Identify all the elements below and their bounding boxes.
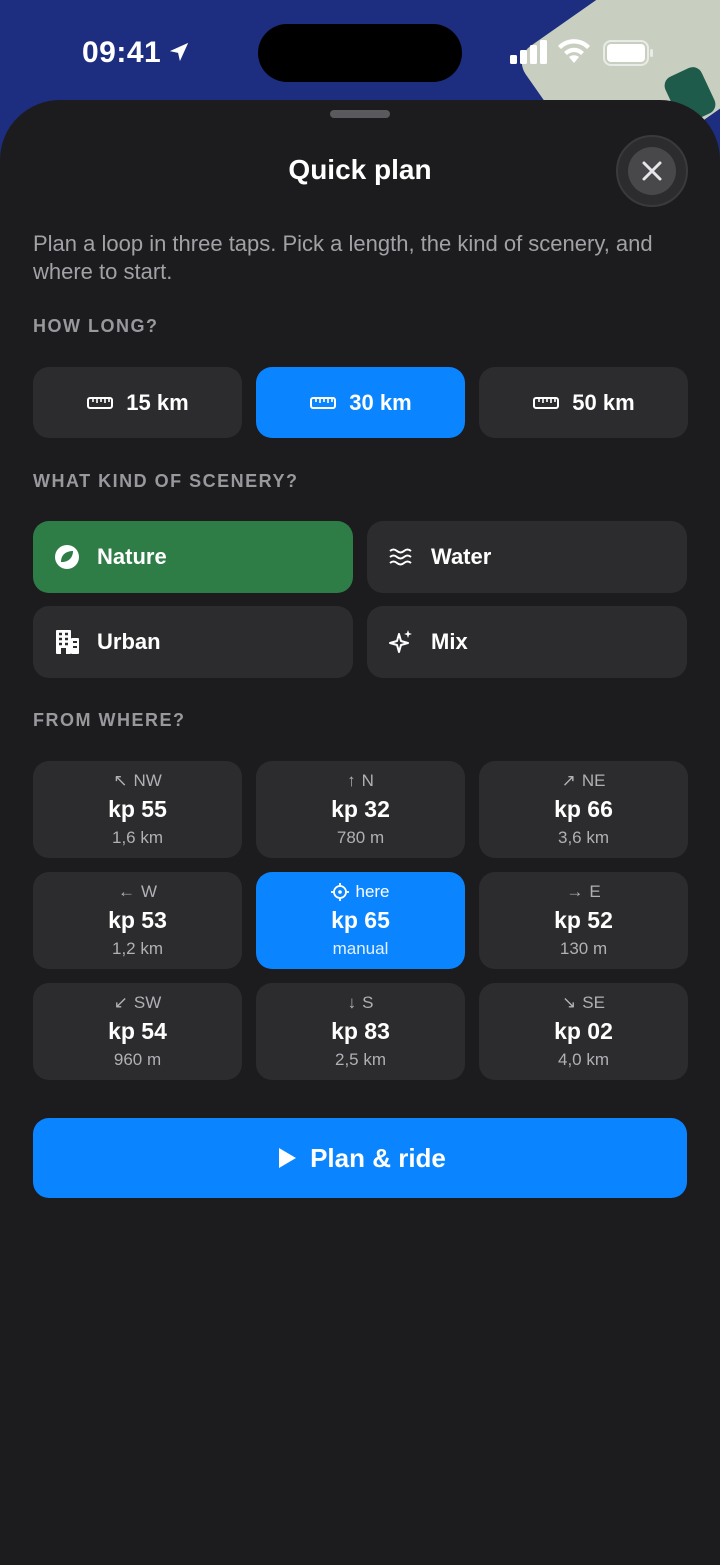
length-option-label: 30 km xyxy=(349,389,412,415)
building-icon xyxy=(56,630,79,654)
scenery-option-urban[interactable]: Urban xyxy=(33,606,353,678)
sparkles-icon xyxy=(389,630,412,653)
start-section-label: FROM WHERE? xyxy=(33,710,186,730)
start-point-w[interactable]: ← W kp 53 1,2 km xyxy=(33,872,242,969)
checkpoint-name: kp 54 xyxy=(108,1018,167,1044)
cellular-signal-icon xyxy=(510,40,547,64)
direction-label: → E xyxy=(566,882,601,901)
length-option-label: 50 km xyxy=(572,389,635,415)
scenery-option-label: Urban xyxy=(97,629,161,654)
start-point-s[interactable]: ↓ S kp 83 2,5 km xyxy=(256,983,465,1080)
play-icon xyxy=(279,1148,297,1168)
close-button[interactable] xyxy=(616,135,688,207)
start-point-se[interactable]: ↘ SE kp 02 4,0 km xyxy=(479,983,688,1080)
checkpoint-name: kp 83 xyxy=(331,1018,390,1044)
waves-icon xyxy=(389,548,412,566)
length-section-label: HOW LONG? xyxy=(33,316,159,336)
checkpoint-distance: 130 m xyxy=(559,939,608,958)
sheet-grabber[interactable] xyxy=(330,110,390,118)
close-button-inner xyxy=(628,147,676,195)
start-point-n[interactable]: ↑ N kp 32 780 m xyxy=(256,761,465,858)
scenery-option-label: Water xyxy=(431,544,492,569)
ruler-icon xyxy=(87,396,114,409)
scenery-option-label: Mix xyxy=(431,629,468,654)
arrow-ne-icon: ↗ xyxy=(561,771,576,790)
ruler-icon xyxy=(310,396,337,409)
checkpoint-distance: 1,6 km xyxy=(111,828,164,847)
checkpoint-name: kp 55 xyxy=(108,796,167,822)
arrow-nw-icon: ↖ xyxy=(113,771,128,790)
arrow-n-icon: ↑ xyxy=(347,771,356,790)
crosshair-icon xyxy=(331,883,350,901)
location-arrow-icon xyxy=(169,42,189,62)
length-option-50[interactable]: 50 km xyxy=(479,367,688,438)
scenery-option-water[interactable]: Water xyxy=(367,521,687,593)
close-icon xyxy=(642,161,662,181)
start-point-ne[interactable]: ↗ NE kp 66 3,6 km xyxy=(479,761,688,858)
direction-label: ↗ NE xyxy=(561,771,606,790)
checkpoint-distance: manual xyxy=(332,939,389,958)
arrow-sw-icon: ↙ xyxy=(113,993,128,1012)
checkpoint-name: kp 32 xyxy=(331,796,390,822)
length-option-label: 15 km xyxy=(126,389,189,415)
checkpoint-distance: 2,5 km xyxy=(334,1050,387,1069)
scenery-option-mix[interactable]: Mix xyxy=(367,606,687,678)
arrow-e-icon: → xyxy=(566,882,584,901)
arrow-s-icon: ↓ xyxy=(347,993,357,1012)
sheet-title: Quick plan xyxy=(288,154,432,185)
scenery-option-nature[interactable]: Nature xyxy=(33,521,353,593)
status-bar: 09:41 xyxy=(0,0,720,100)
checkpoint-name: kp 53 xyxy=(108,907,167,933)
scenery-section-label: WHAT KIND OF SCENERY? xyxy=(33,471,299,491)
plan-and-ride-button[interactable]: Plan & ride xyxy=(33,1118,687,1198)
direction-label: here xyxy=(256,882,465,902)
direction-label: ↓ S xyxy=(347,993,374,1012)
checkpoint-name: kp 02 xyxy=(554,1018,613,1044)
checkpoint-name: kp 66 xyxy=(554,796,613,822)
direction-label: ↘ SE xyxy=(562,993,605,1012)
checkpoint-name: kp 65 xyxy=(331,907,390,933)
scenery-option-label: Nature xyxy=(97,544,167,569)
checkpoint-name: kp 52 xyxy=(554,907,613,933)
battery-icon xyxy=(603,40,653,66)
arrow-w-icon: ← xyxy=(117,882,135,901)
arrow-se-icon: ↘ xyxy=(562,993,577,1012)
length-option-30[interactable]: 30 km xyxy=(256,367,465,438)
checkpoint-distance: 3,6 km xyxy=(557,828,610,847)
leaf-icon xyxy=(55,545,79,569)
wifi-icon xyxy=(558,39,590,63)
ruler-icon xyxy=(533,396,560,409)
plan-and-ride-label: Plan & ride xyxy=(310,1142,446,1173)
quick-plan-sheet: Quick plan Plan a loop in three taps. Pi… xyxy=(0,100,720,1565)
sheet-description: Plan a loop in three taps. Pick a length… xyxy=(33,231,653,284)
start-point-here[interactable]: here kp 65 manual xyxy=(256,872,465,969)
dynamic-island xyxy=(258,24,462,82)
direction-label: ← W xyxy=(117,882,158,901)
direction-label: ↙ SW xyxy=(113,993,162,1012)
start-point-nw[interactable]: ↖ NW kp 55 1,6 km xyxy=(33,761,242,858)
checkpoint-distance: 1,2 km xyxy=(111,939,164,958)
status-time: 09:41 xyxy=(82,36,162,69)
length-option-15[interactable]: 15 km xyxy=(33,367,242,438)
start-point-sw[interactable]: ↙ SW kp 54 960 m xyxy=(33,983,242,1080)
direction-label: ↖ NW xyxy=(113,771,162,790)
start-point-e[interactable]: → E kp 52 130 m xyxy=(479,872,688,969)
checkpoint-distance: 960 m xyxy=(113,1050,162,1069)
direction-label: ↑ N xyxy=(347,771,374,790)
checkpoint-distance: 4,0 km xyxy=(557,1050,610,1069)
checkpoint-distance: 780 m xyxy=(336,828,385,847)
